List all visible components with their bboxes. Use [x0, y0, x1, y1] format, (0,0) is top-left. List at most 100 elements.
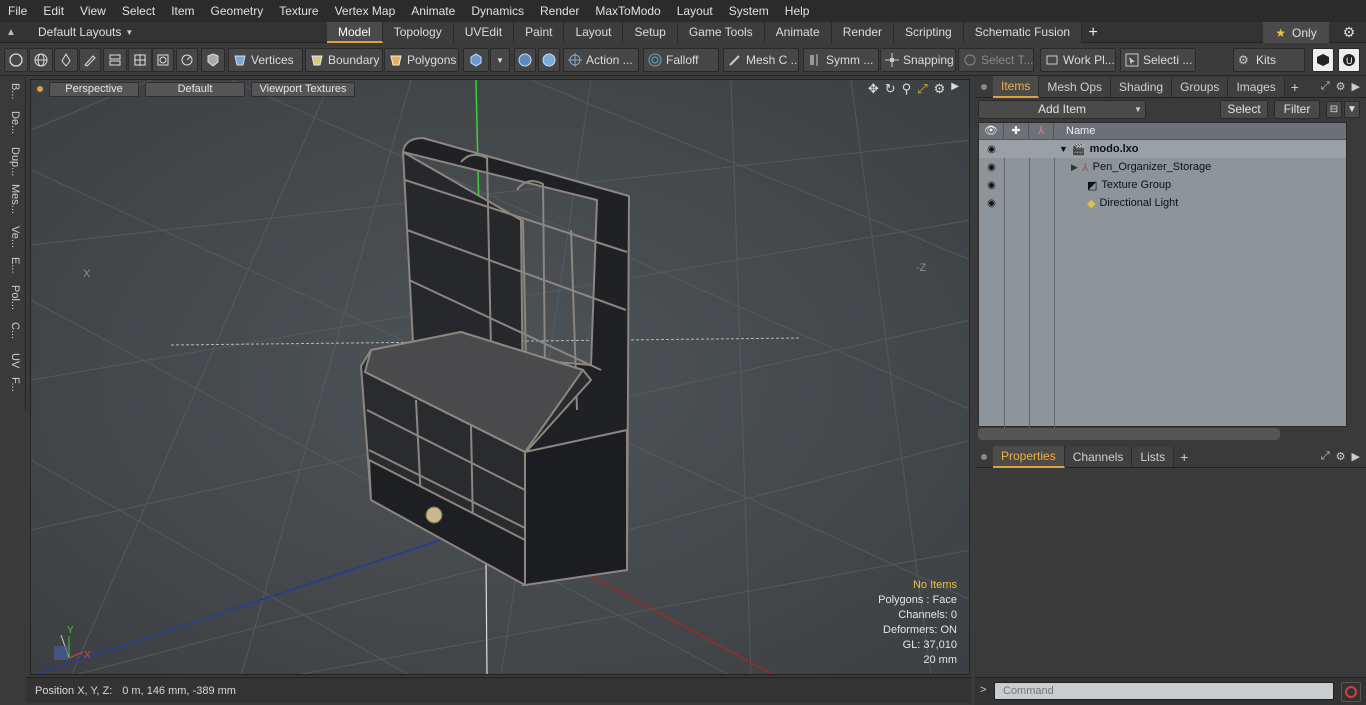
strip-tab-fusion[interactable]: F... — [3, 377, 21, 392]
menu-vertex-map[interactable]: Vertex Map — [327, 0, 404, 22]
eye-column-icon[interactable]: 👁 — [979, 122, 1004, 140]
tab-images[interactable]: Images — [1228, 77, 1285, 97]
menu-dynamics[interactable]: Dynamics — [463, 0, 532, 22]
lasso-icon[interactable] — [176, 48, 198, 72]
chevron-down-icon[interactable]: ▼ — [1130, 100, 1146, 119]
collapse-icon[interactable]: ⊟ — [1326, 101, 1342, 118]
strip-tab-deform[interactable]: De... — [3, 111, 21, 134]
tree-scrollbar[interactable] — [978, 428, 1280, 440]
play-icon[interactable]: ▶ — [1352, 80, 1360, 93]
expand-icon[interactable]: ⤢ — [1321, 450, 1330, 463]
pan-icon[interactable]: ✥ — [868, 81, 879, 97]
funnel-icon[interactable]: ▼ — [1344, 101, 1360, 118]
strip-tab-vertex[interactable]: Ve... — [3, 226, 21, 248]
unreal-icon[interactable]: U — [1338, 48, 1360, 72]
eye-icon[interactable]: ◉ — [979, 162, 1004, 173]
type-column-icon[interactable]: ⅄ — [1029, 122, 1054, 140]
menu-view[interactable]: View — [72, 0, 114, 22]
tab-topology[interactable]: Topology — [382, 22, 454, 43]
menu-system[interactable]: System — [721, 0, 777, 22]
name-column-header[interactable]: Name — [1054, 125, 1095, 137]
viewport-textures-button[interactable]: Viewport Textures — [251, 81, 355, 97]
strip-tab-mesh-edit[interactable]: Mes... — [3, 184, 21, 214]
eye-icon[interactable]: ◉ — [979, 144, 1004, 155]
menu-texture[interactable]: Texture — [271, 0, 326, 22]
snapping-button[interactable]: Snapping — [880, 48, 956, 72]
chevron-down-icon[interactable]: ▼ — [490, 48, 510, 72]
menu-layout[interactable]: Layout — [669, 0, 721, 22]
tree-row-texture-group[interactable]: ◉ ◩ Texture Group — [979, 176, 1346, 194]
expand-triangle-icon[interactable]: ▼ — [1059, 144, 1068, 154]
eye-icon[interactable]: ◉ — [979, 180, 1004, 191]
tab-items[interactable]: Items — [993, 76, 1040, 98]
fit-icon[interactable]: ⤢ — [917, 81, 927, 97]
tab-properties[interactable]: Properties — [993, 446, 1065, 468]
strip-tab-curve[interactable]: C... — [3, 322, 21, 339]
menu-animate[interactable]: Animate — [403, 0, 463, 22]
polygons-button[interactable]: Polygons — [384, 48, 459, 72]
symmetry-button[interactable]: Symm ... — [803, 48, 879, 72]
tab-lists[interactable]: Lists — [1132, 447, 1175, 467]
box-select-icon[interactable] — [152, 48, 174, 72]
chevron-right-icon[interactable]: > — [980, 684, 986, 696]
view-type-button[interactable]: Perspective — [49, 81, 139, 97]
add-item-button[interactable]: Add Item — [978, 100, 1146, 119]
play-icon[interactable]: ▶ — [951, 81, 959, 97]
work-plane-button[interactable]: Work Pl... — [1040, 48, 1116, 72]
action-button[interactable]: Action ... — [563, 48, 639, 72]
gear-icon[interactable]: ⚙ — [934, 81, 946, 97]
tab-uvedit[interactable]: UVEdit — [453, 22, 515, 43]
collapse-arrow-icon[interactable]: ▲ — [6, 27, 20, 38]
item-mode-icon[interactable] — [463, 48, 489, 72]
shield-icon[interactable] — [201, 48, 225, 72]
tab-paint[interactable]: Paint — [514, 22, 565, 43]
tree-row-light[interactable]: ◉ ◆ Directional Light — [979, 194, 1346, 212]
kits-button[interactable]: ⚙ Kits — [1233, 48, 1305, 72]
strip-tab-edge[interactable]: E... — [3, 257, 21, 274]
strip-tab-duplicate[interactable]: Dup... — [3, 147, 21, 176]
tree-row-mesh[interactable]: ◉ ▶ ⅄ Pen_Organizer_Storage — [979, 158, 1346, 176]
gear-icon[interactable]: ⚙ — [1336, 80, 1346, 93]
menu-file[interactable]: File — [0, 0, 35, 22]
gear-icon[interactable]: ⚙ — [1337, 22, 1361, 43]
menu-edit[interactable]: Edit — [35, 0, 72, 22]
3d-viewport[interactable]: X -Z Y X Perspective Default Viewport Te… — [30, 79, 970, 675]
gear-icon[interactable]: ⚙ — [1336, 450, 1346, 463]
tab-setup[interactable]: Setup — [623, 22, 678, 43]
symmetry-sphere-icon[interactable] — [514, 48, 536, 72]
zoom-icon[interactable]: ⚲ — [902, 81, 912, 97]
add-tab-icon[interactable]: + — [1285, 79, 1305, 95]
pen-tool-icon[interactable] — [54, 48, 78, 72]
globe-icon[interactable] — [29, 48, 53, 72]
collapse-triangle-icon[interactable]: ▶ — [1071, 162, 1078, 173]
menu-select[interactable]: Select — [114, 0, 163, 22]
tab-layout[interactable]: Layout — [564, 22, 624, 43]
menu-item[interactable]: Item — [163, 0, 202, 22]
tab-model[interactable]: Model — [327, 22, 383, 43]
unity-icon[interactable] — [1312, 48, 1334, 72]
play-icon[interactable]: ▶ — [1352, 450, 1360, 463]
strip-tab-basic[interactable]: B... — [3, 83, 21, 100]
select-button[interactable]: Select — [1220, 100, 1268, 119]
menu-maxtomodo[interactable]: MaxToModo — [587, 0, 668, 22]
strip-tab-polygon[interactable]: Pol... — [3, 285, 21, 310]
filter-button[interactable]: Filter — [1274, 100, 1320, 119]
boundary-button[interactable]: Boundary — [305, 48, 383, 72]
only-button[interactable]: ★ Only — [1263, 22, 1329, 43]
tab-shading[interactable]: Shading — [1111, 77, 1173, 97]
mesh-constraint-button[interactable]: Mesh C ... — [723, 48, 799, 72]
command-input[interactable] — [994, 682, 1334, 700]
menu-geometry[interactable]: Geometry — [203, 0, 272, 22]
menu-render[interactable]: Render — [532, 0, 587, 22]
shading-style-button[interactable]: Default — [145, 81, 245, 97]
rotate-icon[interactable]: ↻ — [885, 81, 896, 97]
tab-game-tools[interactable]: Game Tools — [677, 22, 765, 43]
tab-schematic-fusion[interactable]: Schematic Fusion — [963, 22, 1083, 43]
tab-animate[interactable]: Animate — [764, 22, 832, 43]
selection-sets-button[interactable]: Selecti ... — [1120, 48, 1196, 72]
layout-selector[interactable]: ▲ Default Layouts ▼ — [0, 22, 137, 43]
add-tab-icon[interactable]: + — [1174, 449, 1194, 465]
grid-icon[interactable] — [128, 48, 152, 72]
eye-icon[interactable]: ◉ — [979, 198, 1004, 209]
menu-help[interactable]: Help — [777, 0, 818, 22]
